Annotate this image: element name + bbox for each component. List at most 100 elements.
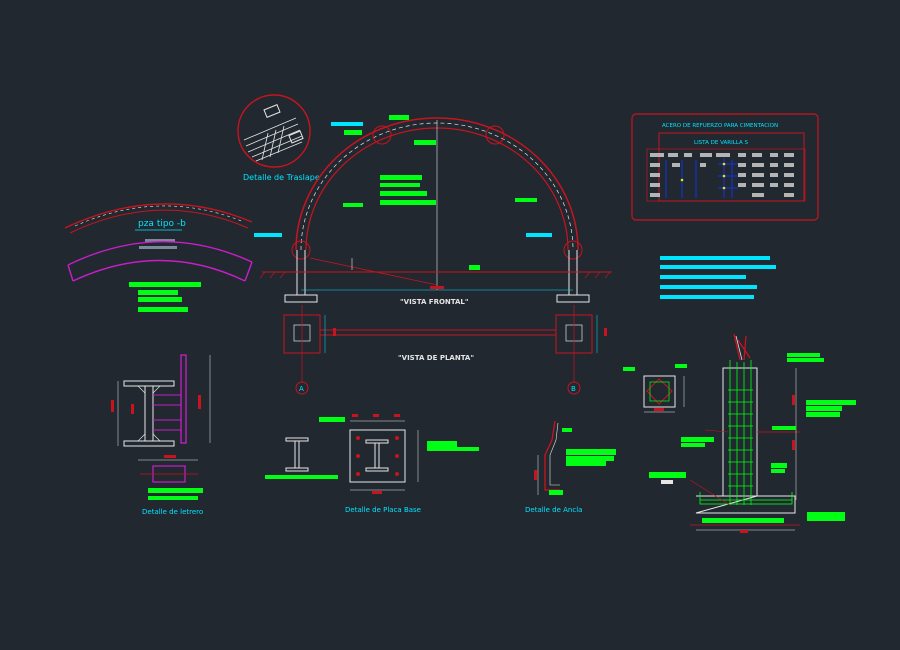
arch-note-10 [515,198,537,202]
column-note-a [623,367,635,371]
note-line-4 [660,285,757,289]
detalle-placa-base: Detalle de Placa Base [265,414,479,514]
arch-note-7 [380,191,427,196]
ancla-note-4 [566,461,606,466]
general-notes [660,256,776,299]
column-square-tie [646,378,673,405]
arch-note-11 [254,233,282,237]
letrero-beam-fillet [137,385,161,442]
arch-note-1 [389,115,409,120]
section-note-3 [806,400,856,405]
column-square-dim-text [654,408,664,411]
letrero-dim-text-b [164,455,176,458]
note-line-5 [660,295,754,299]
footing-outline [695,495,796,514]
arch-note-8 [380,200,436,205]
letrero-dim-text-l [111,400,114,412]
pza-magenta-arc [67,241,253,266]
placa-dim-top-t3 [394,414,400,417]
ancla-note-5 [549,490,563,495]
planta-dim-text-2 [604,328,607,336]
arch-note-5 [380,175,422,180]
ancla-note-2 [566,449,616,455]
arch-note-3 [344,130,362,135]
pza-tipo-detail: pza tipo -b [64,203,253,312]
ancla-dim-text [534,470,537,480]
section-note-10 [771,469,785,473]
dimension-text-frontal [430,286,444,289]
leader-1 [689,479,731,506]
placa-column-web [374,442,380,469]
vista-planta: "VISTA DE PLANTA" A B [283,305,607,395]
section-note-1 [787,353,820,357]
section-dim-text-2 [792,440,795,450]
detalle-ancla: Detalle de Ancla [525,420,616,514]
letrero-note-1 [148,488,203,493]
pza-magenta-end-r [244,261,253,282]
placa-note-red [319,417,345,422]
letrero-beam-web [144,385,154,442]
vista-frontal-label: "VISTA FRONTAL" [400,298,469,306]
ground-hatch [259,271,611,279]
cad-drawing-canvas: Detalle de Traslape pza tipo -b "VISTA F… [64,94,856,533]
traslape-hatch [243,117,303,162]
arch-note-4 [414,140,436,145]
section-note-11 [649,472,686,478]
pza-note-green-3 [138,297,182,302]
pedestal-outline [722,367,758,497]
schedule-cells [650,153,794,197]
ancla-note-1 [562,428,572,432]
section-note-12 [661,480,673,484]
placa-bolt-holes [356,436,399,476]
arch-note-12 [526,233,552,237]
section-note-2 [787,358,824,362]
pza-note-green-2 [138,290,178,295]
axis-label-a: A [299,385,304,393]
note-line-1 [660,256,770,260]
section-note-9 [771,463,787,468]
note-line-3 [660,275,746,279]
ibeam-note [265,475,338,479]
detalle-traslape: Detalle de Traslape [237,94,320,182]
letrero-dim-text-l2 [131,404,134,414]
traslape-label: Detalle de Traslape [243,173,320,182]
placa-dim-bottom-text [372,491,382,494]
section-note-8 [681,443,705,447]
placa-label: Detalle de Placa Base [345,506,421,514]
column-square-detail [643,375,676,408]
ancla-note-3 [566,456,614,461]
rebar-schedule: ACERO DE REFUERZO PARA CIMENTACION LISTA… [631,113,819,221]
vista-planta-label: "VISTA DE PLANTA" [398,354,474,362]
section-note-4 [806,406,842,411]
letrero-plate [180,354,187,444]
placa-dim-top-t1 [352,414,358,417]
placa-note-2 [427,447,479,451]
leader-2 [704,429,729,433]
placa-column-flange-bottom [365,467,389,472]
letrero-beam-flange-bottom [123,440,175,447]
note-line-2 [660,265,776,269]
base-plate-left [284,294,318,303]
pza-note-green-4 [138,307,188,312]
arch-note-13 [469,265,480,270]
pza-magenta-end-l [67,264,74,282]
base-plate-right [556,294,590,303]
traslape-plate-2 [288,130,304,144]
letrero-note-2 [148,496,198,500]
ancla-bar [544,420,560,491]
footing-rebar-mat [699,499,793,505]
ancla-label: Detalle de Ancla [525,506,582,514]
planta-dim-text-1 [333,328,336,336]
letrero-beam-flange-top [123,380,175,387]
column-note-b [675,364,687,368]
placa-dim-top-t2 [373,414,379,417]
section-note-6 [772,426,796,430]
pza-tipo-label: pza tipo -b [138,219,186,229]
axis-label-b: B [571,385,576,393]
section-note-5 [806,412,840,417]
pza-small-note-2 [139,246,177,249]
schedule-title: ACERO DE REFUERZO PARA CIMENTACION [662,123,778,129]
ibeam-flange-bottom [285,467,309,472]
ibeam-web [294,440,300,469]
detalle-letrero: Detalle de letrero [111,354,211,516]
